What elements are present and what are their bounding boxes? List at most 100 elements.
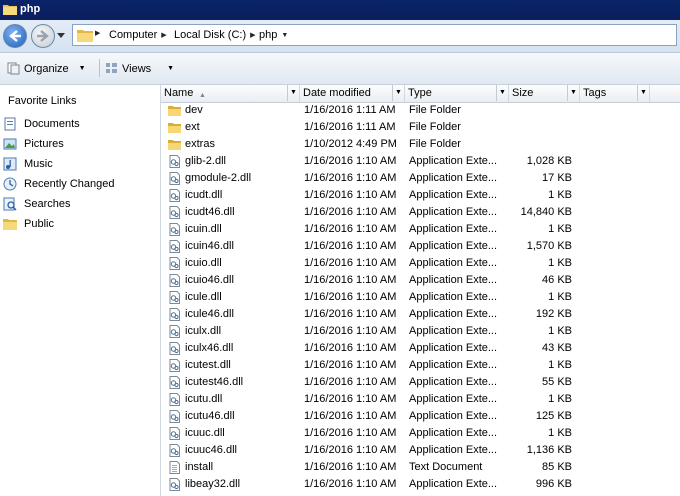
file-size: 1 KB	[548, 325, 572, 337]
column-filter-dropdown[interactable]: ▼	[567, 85, 579, 101]
breadcrumb-php[interactable]: php ▼	[259, 29, 288, 41]
column-header-size[interactable]: Size ▼	[509, 85, 580, 102]
file-size: 14,840 KB	[520, 206, 572, 218]
file-row[interactable]: install 1/16/2016 1:10 AM Text Document 85 …	[161, 459, 680, 476]
dll-file-icon	[169, 206, 180, 219]
folder-icon	[168, 123, 181, 133]
music-icon	[3, 157, 17, 171]
file-row[interactable]: gmodule-2.dll 1/16/2016 1:10 AM Applicatio…	[161, 170, 680, 187]
views-icon	[106, 63, 117, 73]
sidebar-item-searches[interactable]: Searches	[3, 197, 70, 211]
file-date-modified: 1/16/2016 1:10 AM	[304, 308, 397, 320]
folder-icon	[168, 140, 181, 150]
file-row[interactable]: icuuc46.dll 1/16/2016 1:10 AM Application …	[161, 442, 680, 459]
file-row[interactable]: icudt.dll 1/16/2016 1:10 AM Application Ex…	[161, 187, 680, 204]
file-name: icule.dll	[185, 291, 222, 303]
organize-button[interactable]: Organize ▼	[7, 62, 86, 75]
file-name: iculx.dll	[185, 325, 222, 337]
file-size: 996 KB	[535, 478, 572, 490]
folder-icon	[168, 106, 181, 116]
file-name: ext	[185, 121, 200, 133]
file-row[interactable]: icutest46.dll 1/16/2016 1:10 AM Applicatio…	[161, 374, 680, 391]
sidebar-item-public[interactable]: Public	[3, 217, 54, 231]
file-date-modified: 1/16/2016 1:10 AM	[304, 410, 397, 422]
file-row[interactable]: icule46.dll 1/16/2016 1:10 AM Application …	[161, 306, 680, 323]
file-row[interactable]: icuio46.dll 1/16/2016 1:10 AM Application …	[161, 272, 680, 289]
dll-file-icon	[169, 240, 180, 253]
sidebar-item-recently-changed[interactable]: Recently Changed	[3, 177, 115, 191]
file-name: icuin.dll	[185, 223, 222, 235]
file-size: 125 KB	[535, 410, 572, 422]
sidebar-item-documents[interactable]: Documents	[3, 117, 80, 131]
column-header-name[interactable]: Name ▲ ▼	[161, 85, 300, 102]
dll-file-icon	[169, 308, 180, 321]
file-row[interactable]: icuin46.dll 1/16/2016 1:10 AM Application …	[161, 238, 680, 255]
file-size: 192 KB	[535, 308, 572, 320]
file-row[interactable]: glib-2.dll 1/16/2016 1:10 AM Application E…	[161, 153, 680, 170]
column-header-date-modified[interactable]: Date modified ▼	[300, 85, 405, 102]
sidebar-item-pictures[interactable]: Pictures	[3, 137, 64, 151]
dll-file-icon	[169, 342, 180, 355]
file-type: File Folder	[409, 121, 461, 133]
column-header-type[interactable]: Type ▼	[405, 85, 509, 102]
file-type: Application Exte...	[409, 223, 498, 235]
file-row[interactable]: iculx.dll 1/16/2016 1:10 AM Application Ex…	[161, 323, 680, 340]
dll-file-icon	[169, 393, 180, 406]
back-arrow-icon	[9, 30, 21, 42]
column-filter-dropdown[interactable]: ▼	[496, 85, 508, 101]
file-row[interactable]: icuio.dll 1/16/2016 1:10 AM Application Ex…	[161, 255, 680, 272]
file-row[interactable]: icutu46.dll 1/16/2016 1:10 AM Application …	[161, 408, 680, 425]
file-date-modified: 1/16/2016 1:10 AM	[304, 223, 397, 235]
file-name: icuuc46.dll	[185, 444, 237, 456]
chevron-right-icon: ▶	[95, 30, 101, 37]
folder-icon	[3, 5, 17, 15]
column-header-row: Name ▲ ▼ Date modified ▼ Type ▼ Size ▼ T…	[161, 85, 680, 103]
dll-file-icon	[169, 172, 180, 185]
recent-pages-dropdown-icon[interactable]	[57, 33, 65, 39]
file-row[interactable]: icudt46.dll 1/16/2016 1:10 AM Application …	[161, 204, 680, 221]
file-row[interactable]: libeay32.dll 1/16/2016 1:10 AM Application…	[161, 476, 680, 493]
file-name: icudt46.dll	[185, 206, 235, 218]
column-header-tags[interactable]: Tags ▼	[580, 85, 650, 102]
file-row[interactable]: extras 1/10/2012 4:49 PM File Folder	[161, 136, 680, 153]
command-bar: Organize ▼ Views ▼	[0, 53, 680, 85]
column-filter-dropdown[interactable]: ▼	[287, 85, 299, 101]
file-date-modified: 1/16/2016 1:10 AM	[304, 461, 397, 473]
file-row[interactable]: icuin.dll 1/16/2016 1:10 AM Application Ex…	[161, 221, 680, 238]
file-row[interactable]: iculx46.dll 1/16/2016 1:10 AM Application …	[161, 340, 680, 357]
file-name: iculx46.dll	[185, 342, 234, 354]
views-button[interactable]: Views ▼	[105, 62, 174, 75]
file-row[interactable]: icutest.dll 1/16/2016 1:10 AM Application …	[161, 357, 680, 374]
file-name: install	[185, 461, 214, 473]
dll-file-icon	[169, 223, 180, 236]
file-row[interactable]: icuuc.dll 1/16/2016 1:10 AM Application Ex…	[161, 425, 680, 442]
file-type: Application Exte...	[409, 206, 498, 218]
file-date-modified: 1/16/2016 1:11 AM	[304, 104, 396, 116]
file-name: glib-2.dll	[185, 155, 226, 167]
file-date-modified: 1/16/2016 1:10 AM	[304, 427, 397, 439]
file-date-modified: 1/16/2016 1:10 AM	[304, 206, 397, 218]
file-row[interactable]: dev 1/16/2016 1:11 AM File Folder	[161, 102, 680, 119]
column-filter-dropdown[interactable]: ▼	[392, 85, 404, 101]
address-bar[interactable]: ▶ Computer ▶ Local Disk (C:) ▶ php ▼	[72, 24, 677, 46]
file-size: 1 KB	[548, 189, 572, 201]
forward-button[interactable]	[31, 24, 55, 48]
file-name: icuio.dll	[185, 257, 222, 269]
back-button[interactable]	[3, 24, 27, 48]
file-type: Application Exte...	[409, 427, 498, 439]
breadcrumb-root-arrow[interactable]: ▶	[95, 29, 100, 37]
favorite-links-heading: Favorite Links	[8, 95, 77, 107]
file-row[interactable]: ext 1/16/2016 1:11 AM File Folder	[161, 119, 680, 136]
file-date-modified: 1/16/2016 1:10 AM	[304, 274, 397, 286]
file-row[interactable]: icutu.dll 1/16/2016 1:10 AM Application Ex…	[161, 391, 680, 408]
column-filter-dropdown[interactable]: ▼	[637, 85, 649, 101]
file-size: 55 KB	[542, 376, 572, 388]
file-type: Application Exte...	[409, 376, 498, 388]
file-row[interactable]: icule.dll 1/16/2016 1:10 AM Application Ex…	[161, 289, 680, 306]
file-size: 1 KB	[548, 257, 572, 269]
breadcrumb-computer[interactable]: Computer ▶	[109, 29, 167, 41]
breadcrumb-local-disk[interactable]: Local Disk (C:) ▶	[174, 29, 256, 41]
file-date-modified: 1/16/2016 1:10 AM	[304, 478, 397, 490]
sidebar-item-music[interactable]: Music	[3, 157, 53, 171]
file-size: 46 KB	[542, 274, 572, 286]
